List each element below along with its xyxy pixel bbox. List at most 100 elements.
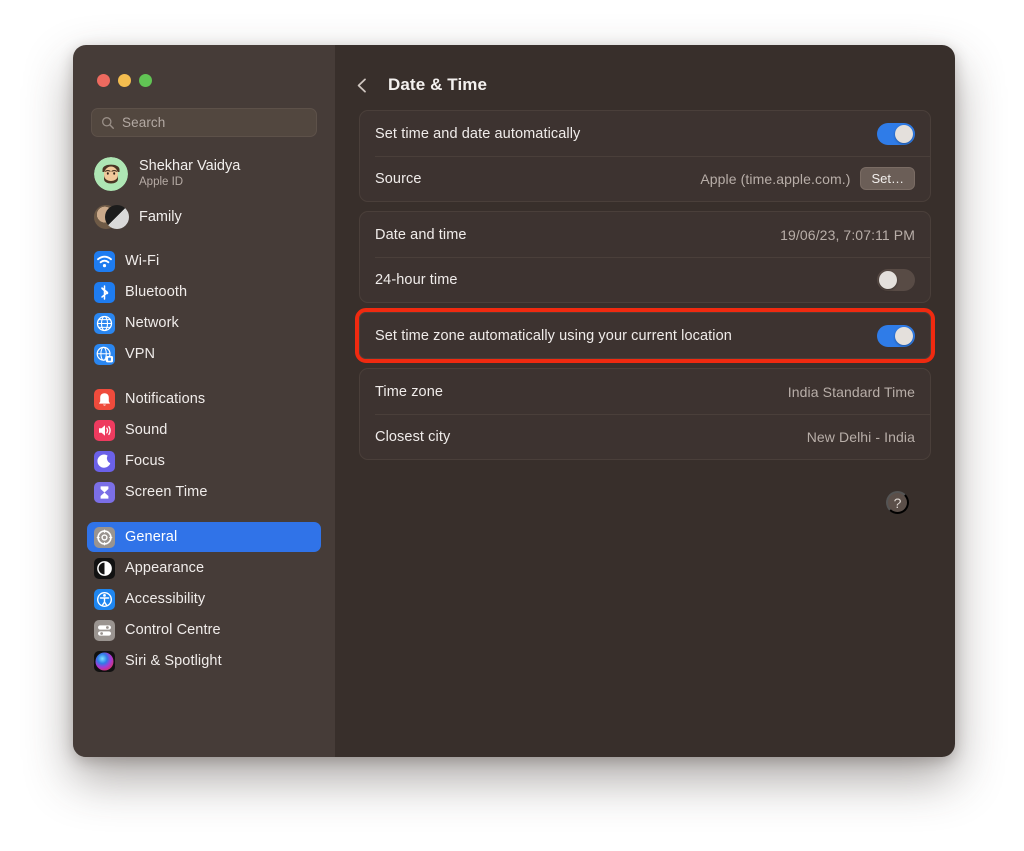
row-label: Source xyxy=(375,170,422,187)
toggle-set-time-and-date-automatically[interactable] xyxy=(877,122,915,145)
sidebar-item-notifications[interactable]: Notifications xyxy=(87,384,321,414)
siri-spotlight-icon xyxy=(94,650,115,672)
accessibility-icon xyxy=(94,588,115,610)
sidebar-item-label: Accessibility xyxy=(125,591,206,607)
search-icon xyxy=(101,116,115,130)
row-closest-city: Closest city New Delhi - India xyxy=(360,414,930,459)
sidebar-item-appearance[interactable]: Appearance xyxy=(87,553,321,583)
set-source-button[interactable]: Set… xyxy=(860,167,915,190)
sidebar-item-label: Notifications xyxy=(125,391,206,407)
sidebar-item-apple-id[interactable]: Shekhar Vaidya Apple ID xyxy=(87,151,321,197)
sidebar-item-label: VPN xyxy=(125,346,156,362)
sidebar-group-general: General Appearance Accessibility Control… xyxy=(73,508,335,676)
row-controls: 19/06/23, 7:07:11 PM xyxy=(780,227,915,243)
account-subtitle: Apple ID xyxy=(139,176,184,189)
sidebar-item-label: Control Centre xyxy=(125,622,221,638)
close-button[interactable] xyxy=(97,74,110,87)
settings-card-time-zone-values: Time zone India Standard Time Closest ci… xyxy=(359,368,931,460)
sidebar-group-system: Notifications Sound Focus Screen Time xyxy=(73,370,335,507)
sidebar-item-label: Bluetooth xyxy=(125,284,188,300)
sidebar-item-screen-time[interactable]: Screen Time xyxy=(87,477,321,507)
main-header: Date & Time xyxy=(335,45,955,101)
bluetooth-icon xyxy=(94,281,115,303)
search-container: Search xyxy=(73,87,335,137)
settings-card-automatic-time: Set time and date automatically Source A… xyxy=(359,110,931,202)
minimize-button[interactable] xyxy=(118,74,131,87)
settings-list: Set time and date automatically Source A… xyxy=(335,101,955,514)
row-set-time-and-date-automatically[interactable]: Set time and date automatically xyxy=(360,111,930,156)
sidebar-item-label: Focus xyxy=(125,453,165,469)
sidebar-item-label: Wi-Fi xyxy=(125,253,160,269)
sidebar-item-control-centre[interactable]: Control Centre xyxy=(87,615,321,645)
main-content: Date & Time Set time and date automatica… xyxy=(335,45,955,757)
account-section: Shekhar Vaidya Apple ID Family xyxy=(73,137,335,236)
row-label: Set time and date automatically xyxy=(375,125,581,142)
focus-icon xyxy=(94,450,115,472)
row-time-zone: Time zone India Standard Time xyxy=(360,369,930,414)
closest-city-value: New Delhi - India xyxy=(806,428,915,445)
row-source: Source Apple (time.apple.com.) Set… xyxy=(360,156,930,201)
wifi-icon xyxy=(94,250,115,272)
network-icon xyxy=(94,312,115,334)
row-label: Date and time xyxy=(375,226,467,243)
help-button[interactable]: ? xyxy=(886,491,909,514)
date-and-time-value: 19/06/23, 7:07:11 PM xyxy=(780,226,915,243)
sidebar-item-network[interactable]: Network xyxy=(87,308,321,338)
sidebar-item-bluetooth[interactable]: Bluetooth xyxy=(87,277,321,307)
appearance-icon xyxy=(94,557,115,579)
page-title: Date & Time xyxy=(388,75,488,94)
row-controls: New Delhi - India xyxy=(807,429,915,445)
sidebar-item-label: Screen Time xyxy=(125,484,208,500)
sidebar-item-vpn[interactable]: VPN xyxy=(87,339,321,369)
toggle-24-hour-time[interactable] xyxy=(877,268,915,291)
row-label: Closest city xyxy=(375,428,451,445)
account-text: Shekhar Vaidya Apple ID xyxy=(139,158,240,190)
sidebar: Search Shekhar Vaidya Apple ID Family Wi… xyxy=(73,45,335,757)
row-controls xyxy=(877,324,915,347)
vpn-icon xyxy=(94,343,115,365)
window-controls xyxy=(73,45,335,87)
sidebar-item-label: Network xyxy=(125,315,179,331)
row-controls xyxy=(877,122,915,145)
sidebar-item-wi-fi[interactable]: Wi-Fi xyxy=(87,246,321,276)
control-centre-icon xyxy=(94,619,115,641)
back-chevron-icon[interactable] xyxy=(353,76,372,95)
search-placeholder: Search xyxy=(122,115,166,130)
system-settings-window: Search Shekhar Vaidya Apple ID Family Wi… xyxy=(73,45,955,757)
avatar xyxy=(94,157,128,191)
sound-icon xyxy=(94,419,115,441)
toggle-knob xyxy=(895,326,913,345)
row-controls xyxy=(877,268,915,291)
row-label: 24-hour time xyxy=(375,271,458,288)
general-icon xyxy=(94,526,115,548)
sidebar-group-network: Wi-Fi Bluetooth Network VPN xyxy=(73,236,335,369)
sidebar-item-accessibility[interactable]: Accessibility xyxy=(87,584,321,614)
sidebar-item-sound[interactable]: Sound xyxy=(87,415,321,445)
zoom-button[interactable] xyxy=(139,74,152,87)
help-row: ? xyxy=(359,469,931,514)
family-avatars xyxy=(94,203,129,231)
row-label: Time zone xyxy=(375,383,444,400)
notifications-icon xyxy=(94,388,115,410)
family-avatar-2 xyxy=(105,205,129,229)
sidebar-item-label: Sound xyxy=(125,422,168,438)
toggle-knob xyxy=(879,270,897,289)
search-input[interactable]: Search xyxy=(91,108,317,137)
sidebar-item-label: Family xyxy=(139,209,182,225)
row-date-and-time: Date and time 19/06/23, 7:07:11 PM xyxy=(360,212,930,257)
sidebar-scroll-fade xyxy=(73,731,335,757)
sidebar-item-siri-spotlight[interactable]: Siri & Spotlight xyxy=(87,646,321,676)
row-set-time-zone-automatically[interactable]: Set time zone automatically using your c… xyxy=(360,313,930,358)
row-controls: Apple (time.apple.com.) Set… xyxy=(700,167,915,190)
screen-time-icon xyxy=(94,481,115,503)
sidebar-item-label: Appearance xyxy=(125,560,205,576)
toggle-set-time-zone-automatically[interactable] xyxy=(877,324,915,347)
sidebar-item-label: Siri & Spotlight xyxy=(125,653,222,669)
sidebar-item-family[interactable]: Family xyxy=(87,198,321,236)
sidebar-item-focus[interactable]: Focus xyxy=(87,446,321,476)
sidebar-item-label: General xyxy=(125,529,178,545)
settings-card-date-time-values: Date and time 19/06/23, 7:07:11 PM 24-ho… xyxy=(359,211,931,303)
row-24-hour-time[interactable]: 24-hour time xyxy=(360,257,930,302)
sidebar-item-general[interactable]: General xyxy=(87,522,321,552)
row-label: Set time zone automatically using your c… xyxy=(375,327,732,344)
